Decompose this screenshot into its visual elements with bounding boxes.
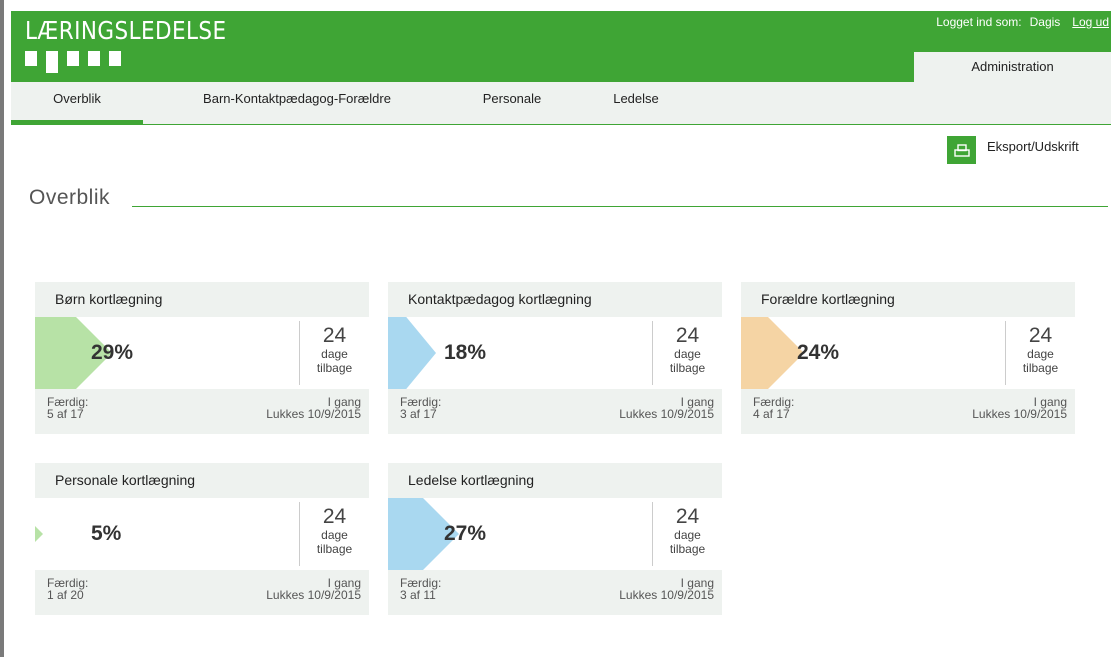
days-suffix: tilbage bbox=[1022, 361, 1059, 375]
days-unit: dage bbox=[674, 347, 701, 361]
card-percent: 29% bbox=[91, 341, 134, 364]
card-title: Børn kortlægning bbox=[35, 282, 369, 317]
card-body: 29% 24 dage tilbage bbox=[35, 317, 369, 389]
nav-item-personale[interactable]: Personale bbox=[462, 82, 562, 124]
card-footer: Færdig: 1 af 20 I gang Lukkes 10/9/2015 bbox=[35, 570, 369, 615]
survey-card[interactable]: Personale kortlægning 5% 24 dage tilbage… bbox=[35, 463, 369, 623]
progress-arrow bbox=[388, 317, 436, 389]
progress-arrow bbox=[35, 526, 43, 542]
days-suffix: tilbage bbox=[669, 542, 706, 556]
days-remaining: 24 dage tilbage bbox=[653, 505, 722, 557]
logged-in-label: Logget ind som: bbox=[936, 15, 1022, 29]
closes-date: Lukkes 10/9/2015 bbox=[266, 407, 361, 421]
nav-item-ledelse[interactable]: Ledelse bbox=[601, 82, 671, 124]
app-header: LÆRINGSLEDELSE Logget ind som: Dagis Log u… bbox=[11, 11, 1111, 82]
card-footer: Færdig: 3 af 11 I gang Lukkes 10/9/2015 bbox=[388, 570, 722, 615]
days-unit: dage bbox=[674, 528, 701, 542]
card-footer: Færdig: 3 af 17 I gang Lukkes 10/9/2015 bbox=[388, 389, 722, 434]
card-title: Personale kortlægning bbox=[35, 463, 369, 498]
progress-arrow bbox=[741, 317, 804, 389]
card-body: 24% 24 dage tilbage bbox=[741, 317, 1075, 389]
survey-card[interactable]: Kontaktpædagog kortlægning 18% 24 dage t… bbox=[388, 282, 722, 442]
user-name: Dagis bbox=[1029, 15, 1061, 29]
app-logo-text: LÆRINGSLEDELSE bbox=[25, 16, 227, 45]
days-unit: dage bbox=[1027, 347, 1054, 361]
logout-link[interactable]: Log ud bbox=[1072, 15, 1109, 29]
survey-card[interactable]: Ledelse kortlægning 27% 24 dage tilbage … bbox=[388, 463, 722, 623]
card-percent: 5% bbox=[91, 522, 122, 545]
done-value: 3 af 17 bbox=[400, 407, 437, 421]
days-remaining: 24 dage tilbage bbox=[300, 324, 369, 376]
survey-card[interactable]: Børn kortlægning 29% 24 dage tilbage Fær… bbox=[35, 282, 369, 442]
card-title: Forældre kortlægning bbox=[741, 282, 1075, 317]
left-edge-rule bbox=[0, 0, 4, 657]
closes-date: Lukkes 10/9/2015 bbox=[266, 588, 361, 602]
days-unit: dage bbox=[321, 528, 348, 542]
card-footer: Færdig: 5 af 17 I gang Lukkes 10/9/2015 bbox=[35, 389, 369, 434]
administration-tab[interactable]: Administration bbox=[914, 52, 1111, 82]
days-remaining: 24 dage tilbage bbox=[1006, 324, 1075, 376]
survey-card[interactable]: Forældre kortlægning 24% 24 dage tilbage… bbox=[741, 282, 1075, 442]
card-title: Kontaktpædagog kortlægning bbox=[388, 282, 722, 317]
done-value: 4 af 17 bbox=[753, 407, 790, 421]
card-footer: Færdig: 4 af 17 I gang Lukkes 10/9/2015 bbox=[741, 389, 1075, 434]
days-unit: dage bbox=[321, 347, 348, 361]
days-suffix: tilbage bbox=[316, 361, 353, 375]
done-value: 5 af 17 bbox=[47, 407, 84, 421]
days-number: 24 bbox=[675, 505, 700, 528]
user-info: Logget ind som: Dagis Log ud bbox=[936, 15, 1109, 29]
nav-item-overblik[interactable]: Overblik bbox=[11, 82, 143, 124]
done-value: 3 af 11 bbox=[400, 588, 436, 602]
days-number: 24 bbox=[322, 324, 347, 347]
printer-icon[interactable] bbox=[947, 136, 976, 164]
done-value: 1 af 20 bbox=[47, 588, 84, 602]
export-label: Eksport/Udskrift bbox=[987, 138, 1079, 154]
card-title: Ledelse kortlægning bbox=[388, 463, 722, 498]
card-body: 18% 24 dage tilbage bbox=[388, 317, 722, 389]
days-suffix: tilbage bbox=[669, 361, 706, 375]
title-divider bbox=[132, 206, 1108, 207]
days-number: 24 bbox=[675, 324, 700, 347]
card-percent: 27% bbox=[444, 522, 487, 545]
card-body: 5% 24 dage tilbage bbox=[35, 498, 369, 570]
main-nav: Overblik Barn-Kontaktpædagog-Forældre Pe… bbox=[11, 82, 1111, 125]
closes-date: Lukkes 10/9/2015 bbox=[619, 588, 714, 602]
closes-date: Lukkes 10/9/2015 bbox=[619, 407, 714, 421]
card-body: 27% 24 dage tilbage bbox=[388, 498, 722, 570]
card-percent: 24% bbox=[797, 341, 840, 364]
app-logo-bars bbox=[25, 51, 121, 73]
days-suffix: tilbage bbox=[316, 542, 353, 556]
nav-item-barn-kontaktpaedagog-foraeldre[interactable]: Barn-Kontaktpædagog-Forældre bbox=[181, 82, 413, 124]
progress-arrow bbox=[35, 317, 112, 389]
days-number: 24 bbox=[1028, 324, 1053, 347]
card-percent: 18% bbox=[444, 341, 487, 364]
days-remaining: 24 dage tilbage bbox=[653, 324, 722, 376]
page-title: Overblik bbox=[29, 186, 111, 209]
closes-date: Lukkes 10/9/2015 bbox=[972, 407, 1067, 421]
progress-arrow bbox=[388, 498, 459, 570]
export-print-button[interactable]: Eksport/Udskrift bbox=[947, 136, 1079, 164]
days-remaining: 24 dage tilbage bbox=[300, 505, 369, 557]
days-number: 24 bbox=[322, 505, 347, 528]
